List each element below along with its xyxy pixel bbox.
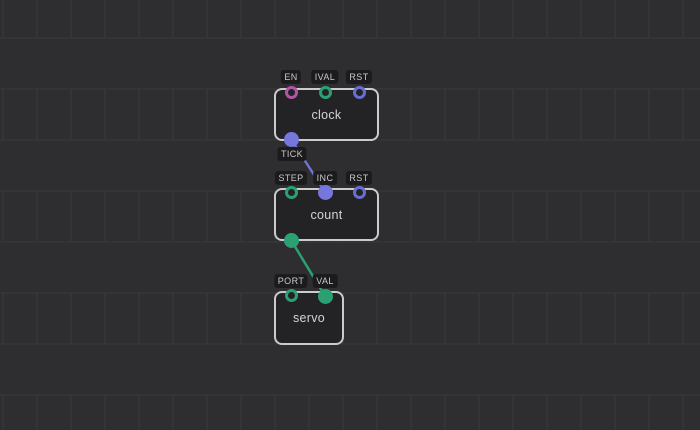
port-clock-ival[interactable] [319,86,332,99]
port-label-servo-val: VAL [313,274,338,288]
port-count-rst[interactable] [353,186,366,199]
port-count-out[interactable] [284,233,299,248]
port-servo-val[interactable] [318,289,333,304]
port-count-step[interactable] [285,186,298,199]
node-editor-canvas[interactable]: clock EN IVAL RST TICK count STEP INC RS… [0,0,700,430]
port-label-count-rst: RST [346,171,372,185]
port-clock-rst[interactable] [353,86,366,99]
node-clock-title: clock [312,108,342,122]
port-count-inc[interactable] [318,185,333,200]
node-count-title: count [310,208,342,222]
node-servo[interactable]: servo [274,291,344,345]
port-label-servo-port: PORT [274,274,307,288]
port-label-count-inc: INC [313,171,337,185]
node-servo-title: servo [293,311,325,325]
port-label-clock-tick: TICK [277,147,306,161]
port-clock-tick[interactable] [284,132,299,147]
port-label-clock-ival: IVAL [311,70,338,84]
port-clock-en[interactable] [285,86,298,99]
port-servo-port[interactable] [285,289,298,302]
port-label-count-step: STEP [275,171,307,185]
port-label-clock-rst: RST [346,70,372,84]
port-label-clock-en: EN [281,70,301,84]
